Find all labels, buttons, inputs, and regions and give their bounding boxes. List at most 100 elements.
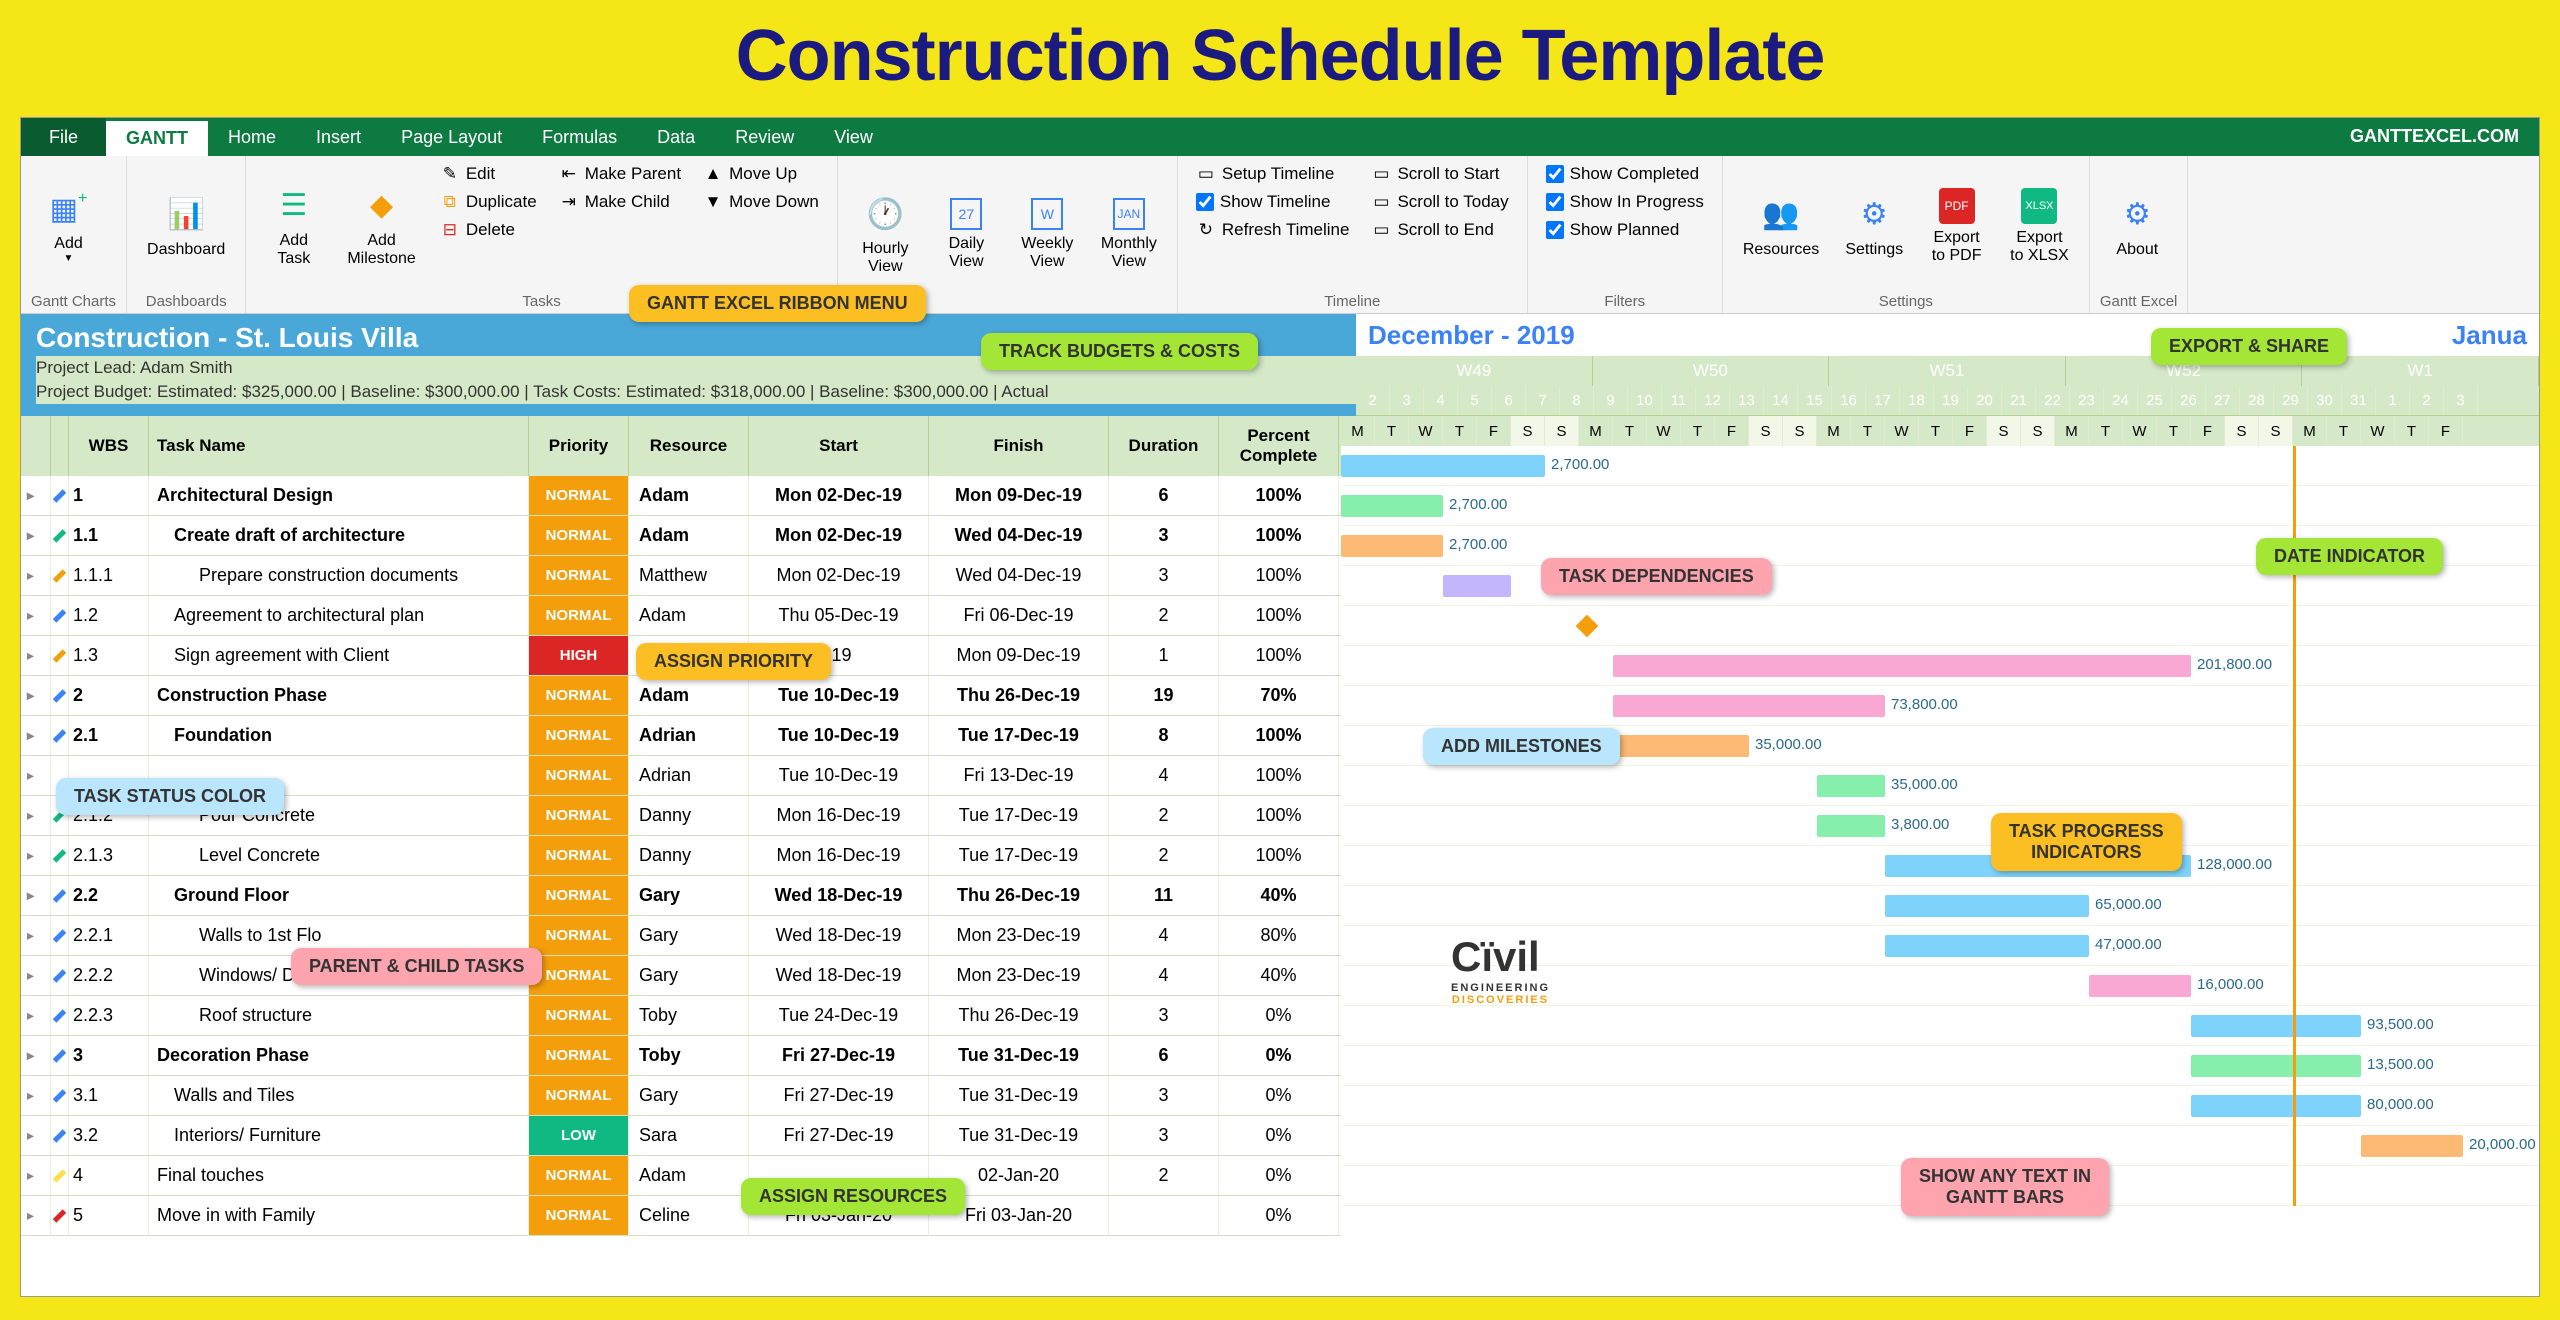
start-cell[interactable]: Mon 16-Dec-19 xyxy=(749,836,929,875)
expand-toggle[interactable]: ▸ xyxy=(21,996,51,1035)
priority-cell[interactable]: LOW xyxy=(529,1116,629,1155)
gantt-bar[interactable] xyxy=(1613,695,1885,717)
resource-cell[interactable]: Celine xyxy=(629,1196,749,1235)
refresh-timeline-button[interactable]: ↻Refresh Timeline xyxy=(1188,217,1358,243)
start-cell[interactable]: Fri 27-Dec-19 xyxy=(749,1076,929,1115)
finish-cell[interactable]: Thu 26-Dec-19 xyxy=(929,676,1109,715)
percent-cell[interactable]: 0% xyxy=(1219,1036,1339,1075)
wbs-cell[interactable]: 1.1 xyxy=(69,516,149,555)
percent-cell[interactable]: 100% xyxy=(1219,836,1339,875)
task-row[interactable]: ▸ 3.2 Interiors/ Furniture LOW Sara Fri … xyxy=(21,1116,1341,1156)
tab-view[interactable]: View xyxy=(814,118,893,156)
resource-cell[interactable]: Gary xyxy=(629,956,749,995)
percent-cell[interactable]: 0% xyxy=(1219,1196,1339,1235)
resource-cell[interactable]: Danny xyxy=(629,836,749,875)
task-name-cell[interactable]: Decoration Phase xyxy=(149,1036,529,1075)
start-cell[interactable]: Mon 02-Dec-19 xyxy=(749,476,929,515)
scroll-today-button[interactable]: ▭Scroll to Today xyxy=(1363,189,1516,215)
resource-cell[interactable]: Adam xyxy=(629,596,749,635)
percent-cell[interactable]: 0% xyxy=(1219,1156,1339,1195)
priority-cell[interactable]: HIGH xyxy=(529,636,629,675)
task-row[interactable]: ▸ 2.1 Foundation NORMAL Adrian Tue 10-De… xyxy=(21,716,1341,756)
move-down-button[interactable]: ▼Move Down xyxy=(695,189,827,215)
finish-cell[interactable]: Tue 17-Dec-19 xyxy=(929,836,1109,875)
expand-toggle[interactable]: ▸ xyxy=(21,1116,51,1155)
task-row[interactable]: ▸ 5 Move in with Family NORMAL Celine Fr… xyxy=(21,1196,1341,1236)
task-name-cell[interactable]: Roof structure xyxy=(149,996,529,1035)
edit-button[interactable]: ✎Edit xyxy=(432,161,545,187)
start-cell[interactable]: Tue 10-Dec-19 xyxy=(749,756,929,795)
task-row[interactable]: ▸ 1.1 Create draft of architecture NORMA… xyxy=(21,516,1341,556)
priority-cell[interactable]: NORMAL xyxy=(529,1036,629,1075)
task-name-cell[interactable]: Architectural Design xyxy=(149,476,529,515)
resource-cell[interactable]: Adrian xyxy=(629,716,749,755)
monthly-view-button[interactable]: JANMonthly View xyxy=(1091,161,1167,308)
task-row[interactable]: ▸ 2.2 Ground Floor NORMAL Gary Wed 18-De… xyxy=(21,876,1341,916)
task-name-cell[interactable]: Final touches xyxy=(149,1156,529,1195)
priority-cell[interactable]: NORMAL xyxy=(529,1196,629,1235)
expand-toggle[interactable]: ▸ xyxy=(21,676,51,715)
wbs-cell[interactable]: 2.1 xyxy=(69,716,149,755)
percent-cell[interactable]: 100% xyxy=(1219,756,1339,795)
task-name-cell[interactable]: Ground Floor xyxy=(149,876,529,915)
priority-cell[interactable]: NORMAL xyxy=(529,716,629,755)
wbs-cell[interactable]: 2.2.2 xyxy=(69,956,149,995)
task-name-cell[interactable]: Create draft of architecture xyxy=(149,516,529,555)
task-name-cell[interactable]: Foundation xyxy=(149,716,529,755)
priority-cell[interactable]: NORMAL xyxy=(529,1156,629,1195)
percent-cell[interactable]: 40% xyxy=(1219,956,1339,995)
make-parent-button[interactable]: ⇤Make Parent xyxy=(551,161,689,187)
start-cell[interactable]: Wed 18-Dec-19 xyxy=(749,916,929,955)
scroll-end-button[interactable]: ▭Scroll to End xyxy=(1363,217,1516,243)
percent-cell[interactable]: 70% xyxy=(1219,676,1339,715)
finish-cell[interactable]: Tue 17-Dec-19 xyxy=(929,796,1109,835)
task-row[interactable]: ▸ 1.2 Agreement to architectural plan NO… xyxy=(21,596,1341,636)
duration-cell[interactable]: 3 xyxy=(1109,556,1219,595)
resource-cell[interactable]: Gary xyxy=(629,916,749,955)
setup-timeline-button[interactable]: ▭Setup Timeline xyxy=(1188,161,1358,187)
duration-cell[interactable]: 2 xyxy=(1109,596,1219,635)
wbs-cell[interactable]: 2.2.1 xyxy=(69,916,149,955)
resource-cell[interactable]: Matthew xyxy=(629,556,749,595)
duration-cell[interactable]: 4 xyxy=(1109,756,1219,795)
percent-cell[interactable]: 0% xyxy=(1219,1076,1339,1115)
export-pdf-button[interactable]: PDFExport to PDF xyxy=(1919,161,1994,291)
start-cell[interactable]: Thu 05-Dec-19 xyxy=(749,596,929,635)
finish-cell[interactable]: Tue 31-Dec-19 xyxy=(929,1076,1109,1115)
gantt-bar[interactable] xyxy=(1341,535,1443,557)
resource-cell[interactable]: Toby xyxy=(629,1036,749,1075)
start-cell[interactable]: Mon 16-Dec-19 xyxy=(749,796,929,835)
settings-button[interactable]: ⚙Settings xyxy=(1835,161,1913,291)
task-name-cell[interactable]: Walls and Tiles xyxy=(149,1076,529,1115)
tab-insert[interactable]: Insert xyxy=(296,118,381,156)
col-finish[interactable]: Finish xyxy=(929,416,1109,476)
duration-cell[interactable]: 3 xyxy=(1109,516,1219,555)
finish-cell[interactable]: Fri 13-Dec-19 xyxy=(929,756,1109,795)
gantt-bar[interactable] xyxy=(1817,775,1885,797)
task-row[interactable]: ▸ 1 Architectural Design NORMAL Adam Mon… xyxy=(21,476,1341,516)
duration-cell[interactable]: 2 xyxy=(1109,1156,1219,1195)
task-row[interactable]: ▸ 2 Construction Phase NORMAL Adam Tue 1… xyxy=(21,676,1341,716)
col-priority[interactable]: Priority xyxy=(529,416,629,476)
task-row[interactable]: ▸ 2.1.3 Level Concrete NORMAL Danny Mon … xyxy=(21,836,1341,876)
delete-button[interactable]: ⊟Delete xyxy=(432,217,545,243)
add-chart-button[interactable]: ▦+ Add ▼ xyxy=(31,161,106,291)
percent-cell[interactable]: 100% xyxy=(1219,596,1339,635)
duration-cell[interactable]: 4 xyxy=(1109,956,1219,995)
priority-cell[interactable]: NORMAL xyxy=(529,676,629,715)
gantt-bar[interactable] xyxy=(1817,815,1885,837)
priority-cell[interactable]: NORMAL xyxy=(529,916,629,955)
about-button[interactable]: ⚙About xyxy=(2100,161,2175,291)
wbs-cell[interactable]: 5 xyxy=(69,1196,149,1235)
wbs-cell[interactable]: 3 xyxy=(69,1036,149,1075)
priority-cell[interactable]: NORMAL xyxy=(529,956,629,995)
finish-cell[interactable]: Mon 23-Dec-19 xyxy=(929,916,1109,955)
wbs-cell[interactable]: 3.1 xyxy=(69,1076,149,1115)
expand-toggle[interactable]: ▸ xyxy=(21,476,51,515)
gantt-bar[interactable] xyxy=(2191,1015,2361,1037)
start-cell[interactable]: Tue 10-Dec-19 xyxy=(749,676,929,715)
start-cell[interactable]: Tue 24-Dec-19 xyxy=(749,996,929,1035)
task-row[interactable]: ▸ 3.1 Walls and Tiles NORMAL Gary Fri 27… xyxy=(21,1076,1341,1116)
task-name-cell[interactable]: Level Concrete xyxy=(149,836,529,875)
expand-toggle[interactable]: ▸ xyxy=(21,796,51,835)
